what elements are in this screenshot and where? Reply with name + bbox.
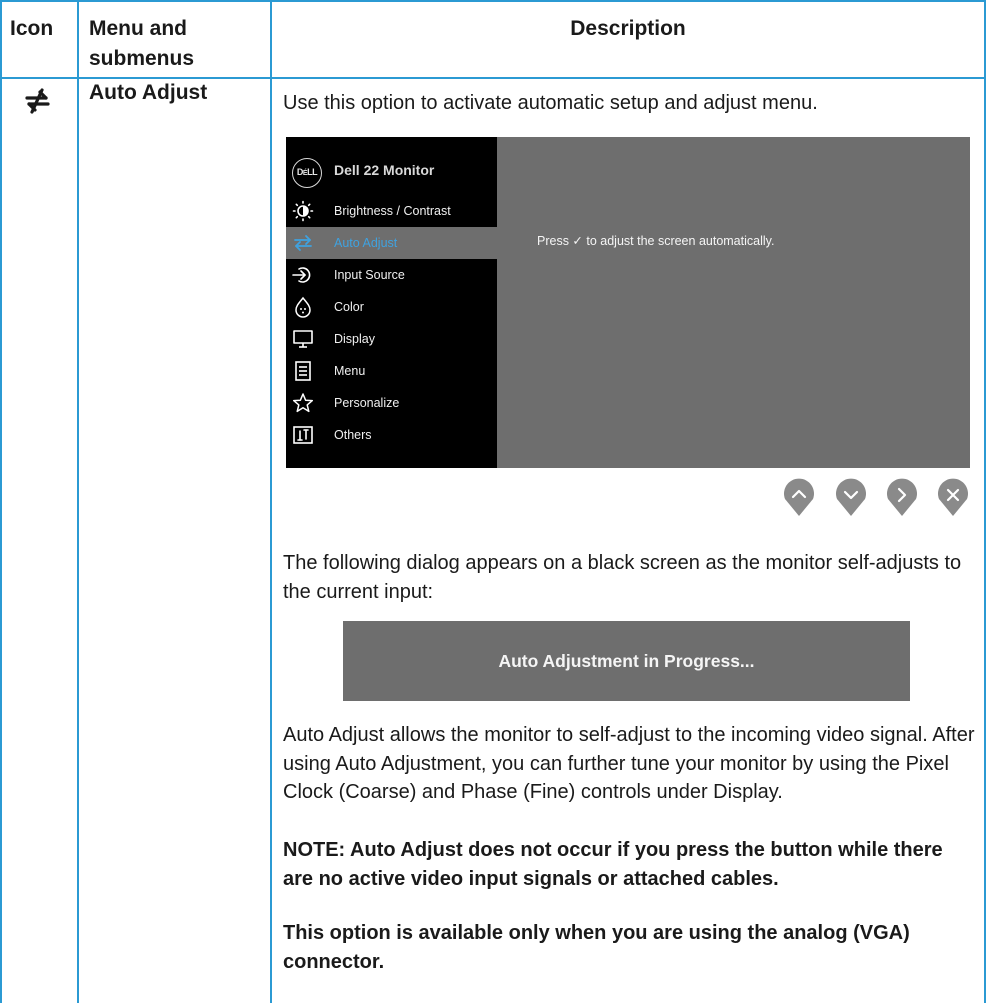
vga-note-text: This option is available only when you a… — [283, 922, 910, 973]
osd-button-bar — [782, 477, 972, 517]
table-border — [270, 0, 272, 1003]
dell-logo: DÉLL — [292, 158, 322, 188]
osd-item-menu[interactable]: Menu — [286, 355, 497, 387]
header-menu: Menu and submenus — [89, 17, 195, 70]
dialog-intro-text: The following dialog appears on a black … — [283, 552, 962, 603]
osd-menu-panel: DÉLL Dell 22 Monitor Brightness / Contra… — [286, 137, 497, 468]
osd-item-color[interactable]: Color — [286, 291, 497, 323]
close-button[interactable] — [936, 477, 970, 517]
brightness-icon — [292, 200, 314, 222]
table-border — [0, 0, 2, 1003]
osd-item-label: Personalize — [334, 396, 400, 410]
star-icon — [292, 393, 314, 413]
menu-icon — [295, 361, 311, 381]
header-icon: Icon — [10, 17, 54, 40]
osd-item-label: Menu — [334, 364, 366, 378]
input-source-icon — [292, 267, 311, 283]
note-text: NOTE: Auto Adjust does not occur if you … — [283, 839, 943, 890]
osd-item-personalize[interactable]: Personalize — [286, 387, 497, 419]
others-icon — [293, 426, 313, 444]
menu-table: Icon Menu and submenus Description Auto … — [0, 0, 986, 1003]
auto-adjust-icon — [294, 235, 312, 251]
table-top-border — [0, 0, 986, 2]
intro-text: Use this option to activate automatic se… — [283, 92, 818, 114]
osd-item-label: Auto Adjust — [334, 236, 398, 250]
osd-message: Press ✓ to adjust the screen automatical… — [537, 234, 775, 248]
osd-item-auto-adjust[interactable]: Auto Adjust — [286, 227, 497, 259]
body-text: Auto Adjust allows the monitor to self-a… — [283, 724, 975, 803]
menu-item-auto-adjust: Auto Adjust — [89, 81, 208, 104]
header-description: Description — [570, 17, 686, 40]
osd-item-display[interactable]: Display — [286, 323, 497, 355]
display-icon — [293, 330, 313, 348]
table-border — [77, 0, 79, 1003]
color-icon — [295, 296, 311, 318]
osd-item-label: Color — [334, 300, 364, 314]
osd-screenshot: DÉLL Dell 22 Monitor Brightness / Contra… — [286, 137, 970, 468]
osd-item-label: Input Source — [334, 268, 405, 282]
osd-item-others[interactable]: Others — [286, 419, 497, 451]
up-button[interactable] — [782, 477, 816, 517]
osd-item-label: Brightness / Contrast — [334, 204, 451, 218]
right-button[interactable] — [885, 477, 919, 517]
osd-title: Dell 22 Monitor — [334, 162, 435, 178]
down-button[interactable] — [834, 477, 868, 517]
osd-item-input-source[interactable]: Input Source — [286, 259, 497, 291]
osd-item-label: Others — [334, 428, 372, 442]
auto-adjust-icon — [25, 88, 50, 114]
osd-item-brightness-contrast[interactable]: Brightness / Contrast — [286, 195, 497, 227]
auto-adjust-progress-dialog: Auto Adjustment in Progress... — [343, 621, 910, 701]
osd-item-label: Display — [334, 332, 375, 346]
